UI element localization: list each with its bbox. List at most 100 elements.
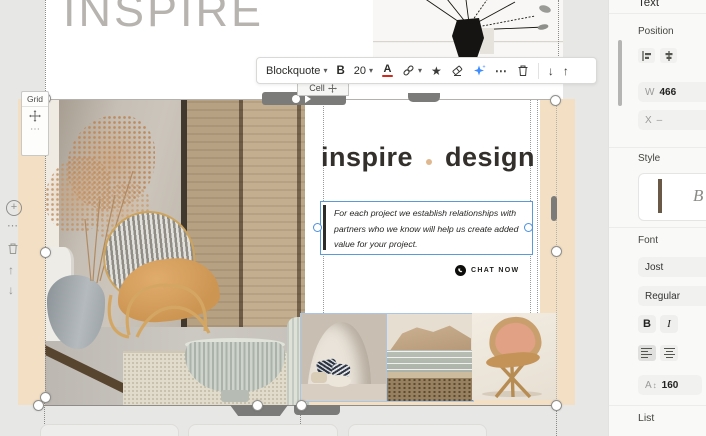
text-resize-handle-right[interactable] (524, 223, 533, 232)
text-style-preview[interactable]: B (638, 173, 706, 221)
italic-toggle[interactable]: I (660, 315, 678, 333)
link-icon (402, 64, 415, 77)
arrow-up-icon: ↑ (563, 64, 569, 78)
grid-label[interactable]: Grid (22, 92, 48, 107)
ellipsis-icon: ⋯ (495, 64, 508, 78)
chevron-down-icon: ▾ (418, 66, 422, 75)
style-section-label: Style (638, 153, 660, 164)
paragraph-style-dropdown[interactable]: Blockquote ▾ (266, 65, 327, 77)
alcove-floor (301, 384, 387, 401)
selection-handle[interactable] (551, 246, 562, 257)
selection-handle[interactable] (252, 400, 263, 411)
grid-right-tab[interactable] (551, 196, 557, 221)
image-selection-edge (558, 0, 559, 56)
arrow-up-icon: ↑ (8, 263, 14, 277)
hero-title-text[interactable]: INSPIRE (63, 0, 264, 37)
chair-photo[interactable] (472, 313, 557, 400)
plus-icon: + (11, 201, 17, 213)
selected-text-block[interactable]: For each project we establish relationsh… (320, 201, 533, 255)
font-family-dropdown[interactable]: Jost (638, 257, 706, 277)
inspector-title: Text (638, 0, 659, 9)
next-section-cell[interactable] (348, 424, 487, 436)
cell-top-tab[interactable] (408, 93, 440, 102)
font-style-group: B I (638, 315, 678, 333)
chevron-down-icon: ▾ (323, 66, 327, 75)
font-weight-dropdown[interactable]: Regular (638, 286, 706, 306)
blockquote-rule (323, 205, 326, 250)
font-size-value: 160 (662, 380, 679, 391)
move-layer-down-button[interactable]: ↓ (8, 283, 14, 297)
interior-photo[interactable] (45, 99, 310, 405)
chat-now-button[interactable]: CHAT NOW (455, 265, 519, 276)
width-field[interactable]: W 466 (638, 82, 706, 102)
arrow-down-icon: ↓ (548, 64, 554, 78)
next-section-cell[interactable] (40, 424, 179, 436)
design-editor: INSPIRE (0, 0, 706, 436)
alcove-sheepskin (327, 375, 351, 387)
star-icon: ★ (431, 65, 442, 77)
list-section-label: List (638, 412, 654, 424)
heading-word-2: design (445, 142, 535, 173)
align-left-icon (641, 50, 653, 62)
cell-heading[interactable]: inspire design (321, 142, 535, 173)
selection-handle[interactable] (550, 95, 561, 106)
text-resize-handle-left[interactable] (313, 223, 322, 232)
sparkle-icon (473, 64, 486, 77)
font-size-value: 20 (354, 65, 366, 77)
delete-button[interactable] (517, 64, 529, 77)
clear-format-button[interactable] (451, 64, 464, 77)
style-preview-glyph: B (693, 186, 703, 206)
grid-more-icon[interactable]: ⋯ (30, 125, 40, 135)
toolbar-divider (538, 63, 539, 79)
grid-handle-panel[interactable]: Grid ⋯ (21, 91, 49, 156)
move-up-button[interactable]: ↑ (563, 64, 569, 78)
object-align-group (638, 48, 677, 63)
selection-handle[interactable] (296, 400, 307, 411)
next-section-cell[interactable] (188, 424, 338, 436)
workspace-more-button[interactable]: ⋯ (7, 219, 18, 232)
move-down-button[interactable]: ↓ (548, 64, 554, 78)
text-color-button[interactable]: A (382, 64, 393, 78)
trash-icon (7, 242, 19, 255)
move-icon[interactable] (29, 110, 41, 122)
width-value: 466 (659, 87, 676, 98)
selection-handle[interactable] (551, 400, 562, 411)
beach-mountain (389, 324, 471, 352)
text-color-letter: A (384, 64, 392, 74)
grid-cell[interactable]: inspire design For each project we estab… (305, 99, 540, 313)
ai-assist-button[interactable] (473, 64, 486, 77)
font-section-label: Font (638, 235, 658, 246)
vase-photo[interactable] (373, 0, 563, 62)
x-position-field[interactable]: X – (638, 110, 706, 130)
blockquote-text[interactable]: For each project we establish relationsh… (334, 206, 526, 253)
divider (609, 147, 706, 148)
favorite-style-button[interactable]: ★ (431, 65, 442, 77)
more-options-button[interactable]: ⋯ (495, 64, 508, 78)
font-size-letter: A (645, 380, 652, 391)
add-widget-button[interactable]: + (6, 200, 22, 216)
position-section-label: Position (638, 26, 674, 37)
alcove-photo[interactable] (300, 313, 388, 402)
link-dropdown[interactable]: ▾ (402, 64, 422, 77)
photo-coffee-table-base (221, 390, 249, 402)
align-center-icon (663, 50, 675, 62)
align-center-button[interactable] (660, 48, 677, 63)
align-left-button[interactable] (638, 48, 655, 63)
sidebar-scrollbar[interactable] (618, 40, 622, 106)
inspector-sidebar: Text Position W 466 (608, 0, 706, 436)
width-label: W (645, 87, 654, 98)
arrow-down-icon: ↓ (8, 283, 14, 297)
text-align-left-button[interactable] (638, 345, 656, 361)
bold-button[interactable]: B (336, 65, 344, 77)
chat-now-label: CHAT NOW (471, 267, 519, 274)
bold-toggle[interactable]: B (638, 315, 656, 333)
paragraph-style-value: Blockquote (266, 65, 320, 77)
move-layer-up-button[interactable]: ↑ (8, 263, 14, 277)
selection-handle[interactable] (40, 247, 51, 258)
selection-handle[interactable] (33, 400, 44, 411)
font-size-dropdown[interactable]: 20 ▾ (354, 65, 373, 77)
text-align-center-button[interactable] (660, 345, 678, 361)
beach-photo[interactable] (386, 313, 474, 402)
font-size-field[interactable]: A ↕ 160 (638, 375, 702, 395)
workspace-delete-button[interactable] (7, 242, 19, 260)
